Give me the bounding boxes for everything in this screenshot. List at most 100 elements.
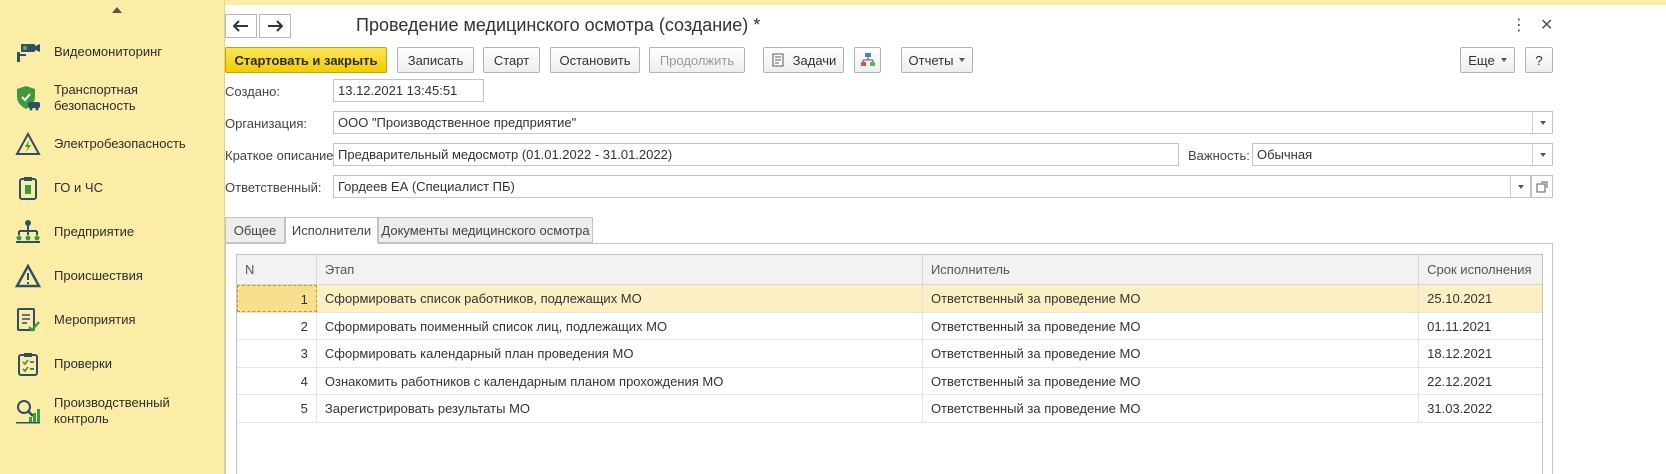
forward-button[interactable] <box>259 14 291 38</box>
table-row[interactable]: 1 Сформировать список работников, подлеж… <box>237 285 1542 313</box>
responsible-label: Ответственный: <box>225 180 322 195</box>
tasks-label: Задачи <box>792 52 837 68</box>
cell-due[interactable]: 25.10.2021 <box>1419 285 1542 312</box>
help-button[interactable]: ? <box>1525 47 1553 73</box>
cell-n[interactable]: 2 <box>237 312 317 339</box>
sidebar-item-label: Предприятие <box>54 224 135 239</box>
cell-stage[interactable]: Зарегистрировать результаты МО <box>317 395 923 422</box>
tab-general[interactable]: Общее <box>225 217 285 243</box>
table-row[interactable]: 5 Зарегистрировать результаты МО Ответст… <box>237 395 1542 423</box>
column-header-executor[interactable]: Исполнитель <box>923 255 1420 284</box>
sidebar-item-incidents[interactable]: Происшествия <box>0 262 143 290</box>
sidebar-item-production-control[interactable]: Производственный контроль <box>0 395 170 427</box>
cell-stage[interactable]: Сформировать поименный список лиц, подле… <box>317 312 923 339</box>
tasks-button[interactable]: Задачи <box>763 47 844 73</box>
save-button[interactable]: Записать <box>397 47 474 73</box>
cell-n[interactable]: 4 <box>237 367 317 394</box>
cell-due[interactable]: 22.12.2021 <box>1419 368 1542 395</box>
more-label: Еще <box>1468 52 1495 68</box>
cell-executor[interactable]: Ответственный за проведение МО <box>923 285 1420 312</box>
checklist-icon <box>14 306 42 334</box>
column-header-stage[interactable]: Этап <box>317 255 923 284</box>
sidebar-item-transport-security[interactable]: Транспортная безопасность <box>0 82 138 114</box>
table-header: N Этап Исполнитель Срок исполнения <box>237 255 1542 285</box>
sidebar-item-video-monitoring[interactable]: Видеомониторинг <box>0 38 162 66</box>
stop-button[interactable]: Остановить <box>550 47 640 73</box>
table-row[interactable]: 2 Сформировать поименный список лиц, под… <box>237 312 1542 340</box>
description-label: Краткое описание: <box>225 148 338 163</box>
clipboard-check-icon <box>14 350 42 378</box>
cell-n[interactable]: 3 <box>237 340 317 367</box>
sidebar-item-label: Мероприятия <box>54 312 136 327</box>
created-field[interactable]: 13.12.2021 13:45:51 <box>333 79 484 102</box>
executors-tab-panel: N Этап Исполнитель Срок исполнения 1 Сфо… <box>225 243 1553 474</box>
cell-stage[interactable]: Ознакомить работников с календарным план… <box>317 367 923 394</box>
sidebar-item-inspections[interactable]: Проверки <box>0 350 112 378</box>
table-row[interactable]: 4 Ознакомить работников с календарным пл… <box>237 367 1542 395</box>
importance-select[interactable]: Обычная <box>1252 143 1553 166</box>
created-label: Создано: <box>225 84 280 99</box>
sidebar-scroll-up[interactable] <box>0 0 224 34</box>
cell-stage[interactable]: Сформировать список работников, подлежащ… <box>317 285 923 312</box>
chevron-down-icon <box>1517 184 1524 189</box>
chevron-up-icon <box>112 7 122 13</box>
organization-dropdown[interactable] <box>1532 112 1552 133</box>
tab-executors[interactable]: Исполнители <box>285 217 378 244</box>
sidebar-item-label: Проверки <box>54 356 112 371</box>
top-strip <box>225 0 1666 5</box>
stages-table: N Этап Исполнитель Срок исполнения 1 Сфо… <box>236 254 1543 474</box>
cell-executor[interactable]: Ответственный за проведение МО <box>923 312 1420 339</box>
description-field[interactable]: Предварительный медосмотр (01.01.2022 - … <box>333 143 1179 166</box>
responsible-open-button[interactable] <box>1531 175 1553 198</box>
sidebar-item-label: Происшествия <box>54 268 143 283</box>
reports-button[interactable]: Отчеты <box>901 47 973 73</box>
shield-car-icon <box>14 84 42 112</box>
sidebar-item-label: Транспортная безопасность <box>54 82 138 113</box>
sidebar-item-label: Производственный контроль <box>54 395 170 426</box>
cell-stage[interactable]: Сформировать календарный план проведения… <box>317 340 923 367</box>
start-button[interactable]: Старт <box>483 47 540 73</box>
sidebar-item-civil-defense[interactable]: ГО и ЧС <box>0 174 103 202</box>
reports-label: Отчеты <box>908 52 954 68</box>
close-icon[interactable]: ✕ <box>1540 15 1553 35</box>
cell-executor[interactable]: Ответственный за проведение МО <box>923 367 1420 394</box>
more-vert-icon[interactable]: ⋮ <box>1511 15 1527 35</box>
organization-label: Организация: <box>225 116 308 131</box>
chevron-down-icon <box>1500 58 1507 62</box>
video-monitoring-icon <box>14 38 42 66</box>
responsible-field[interactable]: Гордеев ЕА (Специалист ПБ) <box>333 175 1531 198</box>
sidebar-item-activities[interactable]: Мероприятия <box>0 306 136 334</box>
importance-value: Обычная <box>1257 147 1313 162</box>
cell-due[interactable]: 01.11.2021 <box>1419 313 1542 340</box>
column-header-due[interactable]: Срок исполнения <box>1419 255 1542 284</box>
responsible-value: Гордеев ЕА (Специалист ПБ) <box>338 179 515 194</box>
process-map-button[interactable] <box>854 47 881 73</box>
electric-warning-icon <box>14 130 42 158</box>
cell-n[interactable]: 5 <box>237 395 317 422</box>
civil-defense-icon <box>14 174 42 202</box>
cell-n[interactable]: 1 <box>237 285 317 312</box>
cell-due[interactable]: 31.03.2022 <box>1419 395 1542 422</box>
responsible-dropdown[interactable] <box>1510 176 1530 197</box>
table-row[interactable]: 3 Сформировать календарный план проведен… <box>237 340 1542 368</box>
importance-dropdown[interactable] <box>1532 144 1552 165</box>
cell-executor[interactable]: Ответственный за проведение МО <box>923 395 1420 422</box>
more-button[interactable]: Еще <box>1460 47 1515 73</box>
process-map-icon <box>860 53 875 66</box>
document-icon <box>772 53 784 67</box>
document-form: Проведение медицинского осмотра (создани… <box>225 0 1666 474</box>
back-button[interactable] <box>225 14 257 38</box>
cell-executor[interactable]: Ответственный за проведение МО <box>923 340 1420 367</box>
sidebar-item-label: ГО и ЧС <box>54 180 103 195</box>
start-and-close-button[interactable]: Стартовать и закрыть <box>225 47 387 73</box>
sidebar-item-label: Электробезопасность <box>54 136 186 151</box>
sidebar-item-enterprise[interactable]: Предприятие <box>0 218 134 246</box>
arrow-right-icon <box>268 20 283 32</box>
cell-due[interactable]: 18.12.2021 <box>1419 340 1542 367</box>
production-control-icon <box>14 397 42 425</box>
organization-field[interactable]: ООО "Производственное предприятие" <box>333 111 1553 134</box>
tab-medical-documents[interactable]: Документы медицинского осмотра <box>378 217 593 243</box>
sidebar-item-electrical-safety[interactable]: Электробезопасность <box>0 130 186 158</box>
continue-button[interactable]: Продолжить <box>649 47 745 73</box>
column-header-n[interactable]: N <box>237 255 317 284</box>
